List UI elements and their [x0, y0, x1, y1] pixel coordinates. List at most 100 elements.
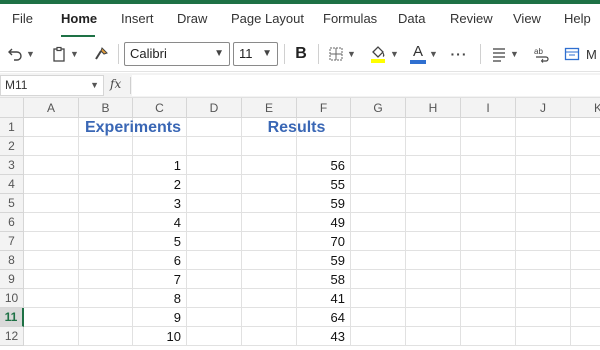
cell-d4[interactable]: [187, 175, 242, 194]
align-button[interactable]: ▼: [487, 42, 523, 66]
cell-d10[interactable]: [187, 289, 242, 308]
more-options-button[interactable]: ···: [446, 42, 472, 66]
cell-e9[interactable]: [242, 270, 297, 289]
result-value[interactable]: 49: [297, 213, 351, 232]
cell-j2[interactable]: [516, 137, 571, 156]
cell-j3[interactable]: [516, 156, 571, 175]
function-icon[interactable]: fx: [110, 77, 121, 91]
cell-b10[interactable]: [79, 289, 133, 308]
cell-i12[interactable]: [461, 327, 516, 346]
cell-d6[interactable]: [187, 213, 242, 232]
cell-k1[interactable]: [571, 118, 600, 137]
cell-j10[interactable]: [516, 289, 571, 308]
cell-b4[interactable]: [79, 175, 133, 194]
cell-k5[interactable]: [571, 194, 600, 213]
tab-formulas[interactable]: Formulas: [323, 11, 377, 26]
result-value[interactable]: 56: [297, 156, 351, 175]
cell-e12[interactable]: [242, 327, 297, 346]
column-header-j[interactable]: J: [516, 98, 571, 118]
column-header-f[interactable]: F: [297, 98, 351, 118]
experiments-header[interactable]: Experiments: [79, 118, 187, 137]
cell-k2[interactable]: [571, 137, 600, 156]
experiment-value[interactable]: 3: [133, 194, 187, 213]
cell-g12[interactable]: [351, 327, 406, 346]
row-header-5[interactable]: 5: [0, 194, 24, 213]
results-header[interactable]: Results: [242, 118, 351, 137]
cell-h6[interactable]: [406, 213, 461, 232]
result-value[interactable]: 58: [297, 270, 351, 289]
cell-d12[interactable]: [187, 327, 242, 346]
cell-g7[interactable]: [351, 232, 406, 251]
column-header-i[interactable]: I: [461, 98, 516, 118]
paste-button[interactable]: ▼: [48, 42, 82, 66]
cell-a2[interactable]: [24, 137, 79, 156]
cell-b3[interactable]: [79, 156, 133, 175]
cell-g5[interactable]: [351, 194, 406, 213]
result-value[interactable]: 41: [297, 289, 351, 308]
row-header-9[interactable]: 9: [0, 270, 24, 289]
borders-button[interactable]: ▼: [324, 42, 360, 66]
experiment-value[interactable]: 9: [133, 308, 187, 327]
cell-b2[interactable]: [79, 137, 133, 156]
cell-b6[interactable]: [79, 213, 133, 232]
cell-i11[interactable]: [461, 308, 516, 327]
cell-d3[interactable]: [187, 156, 242, 175]
cell-j9[interactable]: [516, 270, 571, 289]
column-header-h[interactable]: H: [406, 98, 461, 118]
result-value[interactable]: 43: [297, 327, 351, 346]
bold-button[interactable]: B: [290, 42, 312, 66]
formula-input[interactable]: [132, 75, 600, 96]
cell-b11[interactable]: [79, 308, 133, 327]
result-value[interactable]: 55: [297, 175, 351, 194]
tab-draw[interactable]: Draw: [177, 11, 207, 26]
cell-h5[interactable]: [406, 194, 461, 213]
cell-h2[interactable]: [406, 137, 461, 156]
cell-a5[interactable]: [24, 194, 79, 213]
cell-g11[interactable]: [351, 308, 406, 327]
cell-h11[interactable]: [406, 308, 461, 327]
select-all-corner[interactable]: [0, 98, 24, 118]
format-painter-button[interactable]: [90, 42, 112, 66]
fill-color-button[interactable]: ▼: [366, 42, 402, 66]
cell-k10[interactable]: [571, 289, 600, 308]
cell-h4[interactable]: [406, 175, 461, 194]
cell-d5[interactable]: [187, 194, 242, 213]
column-header-e[interactable]: E: [242, 98, 297, 118]
tab-view[interactable]: View: [513, 11, 541, 26]
cell-e10[interactable]: [242, 289, 297, 308]
cell-j1[interactable]: [516, 118, 571, 137]
cell-c2[interactable]: [133, 137, 187, 156]
cell-h1[interactable]: [406, 118, 461, 137]
cell-e6[interactable]: [242, 213, 297, 232]
experiment-value[interactable]: 4: [133, 213, 187, 232]
cell-g10[interactable]: [351, 289, 406, 308]
cell-g3[interactable]: [351, 156, 406, 175]
cell-g6[interactable]: [351, 213, 406, 232]
experiment-value[interactable]: 5: [133, 232, 187, 251]
cell-k9[interactable]: [571, 270, 600, 289]
row-header-6[interactable]: 6: [0, 213, 24, 232]
cell-i2[interactable]: [461, 137, 516, 156]
cell-b5[interactable]: [79, 194, 133, 213]
experiment-value[interactable]: 1: [133, 156, 187, 175]
cell-e3[interactable]: [242, 156, 297, 175]
column-header-k[interactable]: K: [571, 98, 600, 118]
result-value[interactable]: 59: [297, 194, 351, 213]
column-header-a[interactable]: A: [24, 98, 79, 118]
tab-home[interactable]: Home: [61, 11, 97, 26]
cell-j4[interactable]: [516, 175, 571, 194]
column-header-g[interactable]: G: [351, 98, 406, 118]
cell-b12[interactable]: [79, 327, 133, 346]
cell-g9[interactable]: [351, 270, 406, 289]
cell-h7[interactable]: [406, 232, 461, 251]
row-header-11[interactable]: 11: [0, 308, 24, 327]
column-header-b[interactable]: B: [79, 98, 133, 118]
cell-j6[interactable]: [516, 213, 571, 232]
font-name-select[interactable]: Calibri ▼: [124, 42, 230, 66]
cell-k8[interactable]: [571, 251, 600, 270]
cell-e2[interactable]: [242, 137, 297, 156]
tab-review[interactable]: Review: [450, 11, 493, 26]
cell-d8[interactable]: [187, 251, 242, 270]
cell-d9[interactable]: [187, 270, 242, 289]
tab-data[interactable]: Data: [398, 11, 425, 26]
